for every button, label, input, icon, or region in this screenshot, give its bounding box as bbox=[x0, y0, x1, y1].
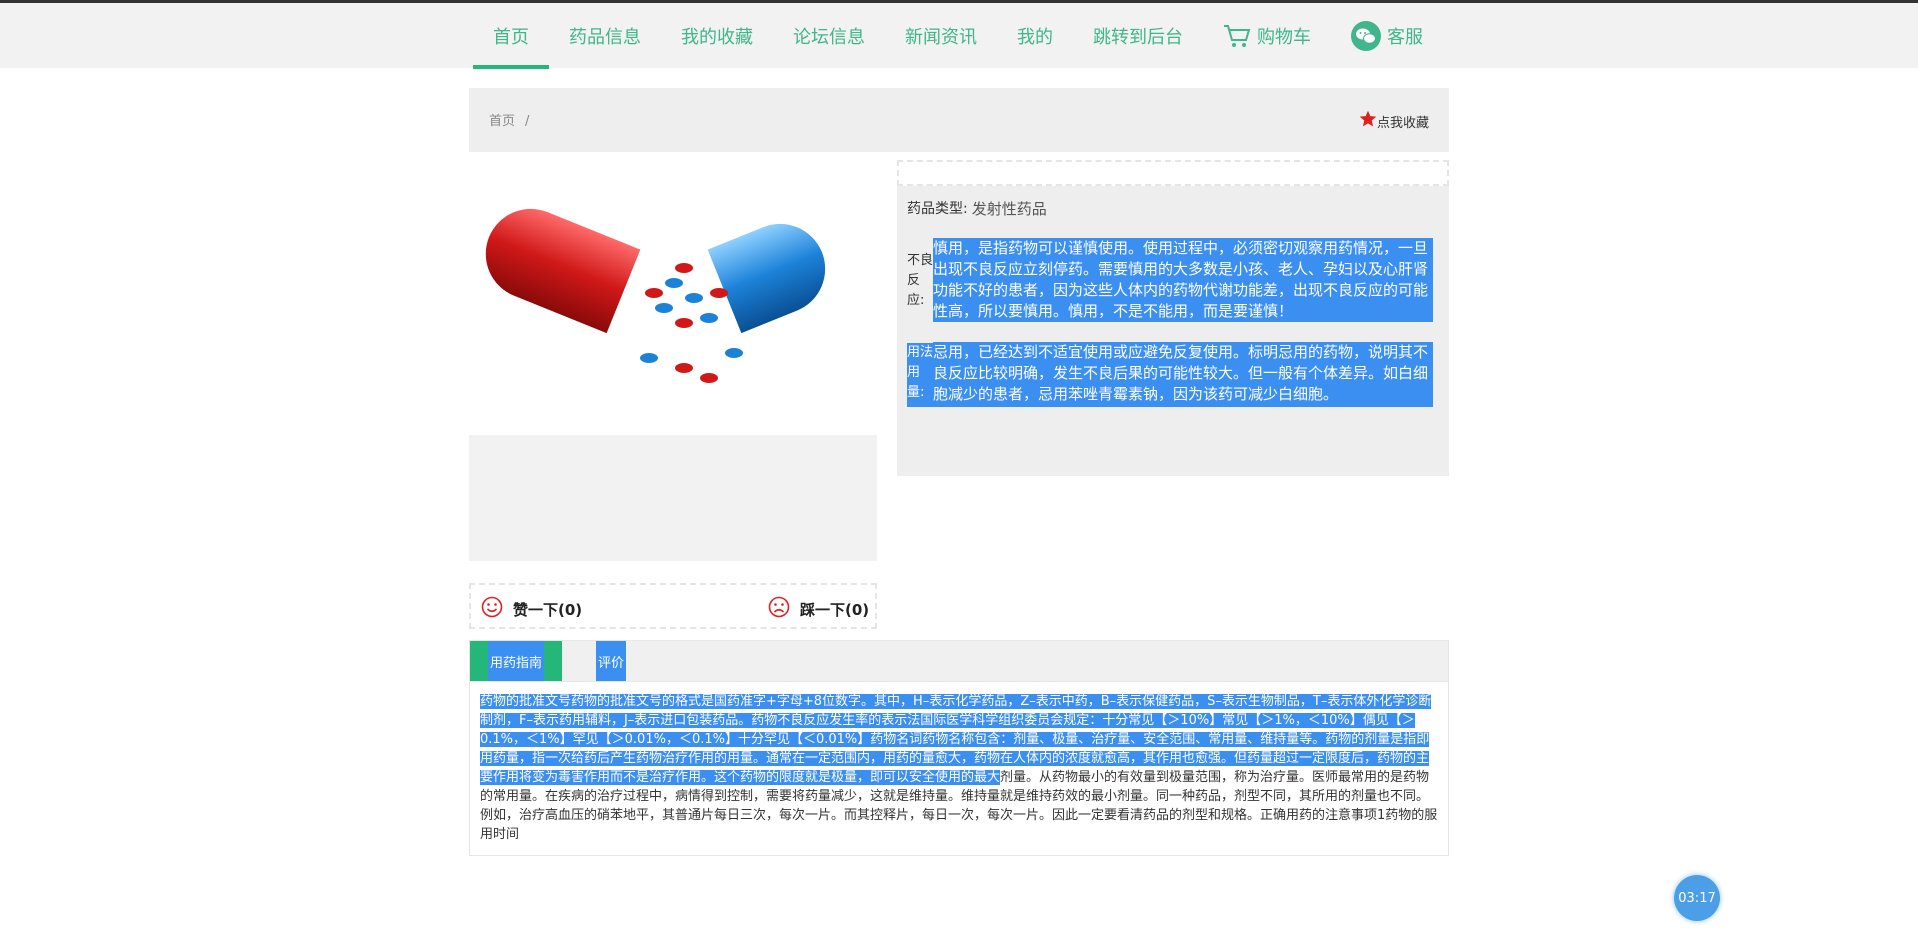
usage-text: 忌用，已经达到不适宜使用或应避免反复使用。标明忌用的药物，说明其不良反应比较明确… bbox=[933, 342, 1433, 407]
drug-info-panel: 药品类型: 发射性药品 不良反应: 慎用，是指药物可以谨慎使用。使用过程中，必须… bbox=[897, 186, 1449, 476]
nav-item-forum[interactable]: 论坛信息 bbox=[773, 3, 885, 68]
nav-item-admin[interactable]: 跳转到后台 bbox=[1073, 3, 1203, 68]
nav-item-service[interactable]: 客服 bbox=[1331, 3, 1443, 68]
nav-item-favorites[interactable]: 我的收藏 bbox=[661, 3, 773, 68]
adverse-reaction-text: 慎用，是指药物可以谨慎使用。使用过程中，必须密切观察用药情况，一旦出现不良反应立… bbox=[933, 238, 1433, 322]
nav-item-news[interactable]: 新闻资讯 bbox=[885, 3, 997, 68]
breadcrumb-bar: 首页 / 点我收藏 bbox=[469, 88, 1449, 152]
nav-label: 新闻资讯 bbox=[905, 26, 977, 48]
info-header-divider bbox=[897, 160, 1449, 186]
drug-type-label: 药品类型: bbox=[907, 201, 968, 217]
guide-content: 药物的批准文号药物的批准文号的格式是国药准字+字母+8位数字。其中，H–表示化学… bbox=[469, 682, 1449, 856]
drug-type-value: 发射性药品 bbox=[971, 200, 1047, 218]
vote-bar: 赞一下(0) 踩一下(0) bbox=[469, 583, 877, 629]
image-placeholder bbox=[469, 435, 877, 561]
tab-guide[interactable]: 用药指南 bbox=[470, 641, 562, 681]
nav-label: 跳转到后台 bbox=[1093, 26, 1183, 48]
nav-label: 首页 bbox=[493, 26, 529, 48]
nav-label: 客服 bbox=[1387, 26, 1423, 48]
nav-label: 药品信息 bbox=[569, 26, 641, 48]
adverse-reaction-row: 不良反应: 慎用，是指药物可以谨慎使用。使用过程中，必须密切观察用药情况，一旦出… bbox=[907, 238, 1433, 322]
breadcrumb: 首页 / bbox=[489, 110, 529, 129]
timer-label: 03:17 bbox=[1678, 890, 1716, 906]
breadcrumb-home-link[interactable]: 首页 bbox=[489, 114, 515, 129]
favorite-button[interactable]: 点我收藏 bbox=[1359, 110, 1429, 132]
drug-type-row: 药品类型: 发射性药品 bbox=[907, 198, 1047, 219]
tab-review-label: 评价 bbox=[598, 655, 625, 671]
tab-review[interactable]: 评价 bbox=[596, 641, 627, 681]
nav-item-home[interactable]: 首页 bbox=[473, 3, 549, 69]
dislike-label: 踩一下(0) bbox=[800, 600, 870, 619]
nav-item-cart[interactable]: 购物车 bbox=[1203, 3, 1331, 68]
like-button[interactable]: 赞一下(0) bbox=[481, 596, 582, 622]
nav-label: 购物车 bbox=[1257, 26, 1311, 48]
nav-item-drug-info[interactable]: 药品信息 bbox=[549, 3, 661, 68]
usage-label: 用法用量: bbox=[907, 343, 933, 407]
smile-icon bbox=[481, 596, 503, 622]
nav-item-mine[interactable]: 我的 bbox=[997, 3, 1073, 68]
wechat-icon bbox=[1351, 20, 1381, 51]
cart-icon bbox=[1223, 24, 1251, 48]
countdown-timer: 03:17 bbox=[1674, 875, 1720, 921]
usage-row: 用法用量: 忌用，已经达到不适宜使用或应避免反复使用。标明忌用的药物，说明其不良… bbox=[907, 342, 1433, 407]
tab-guide-label: 用药指南 bbox=[488, 641, 545, 681]
star-icon bbox=[1359, 110, 1377, 132]
dislike-button[interactable]: 踩一下(0) bbox=[768, 596, 869, 622]
nav-label: 我的 bbox=[1017, 26, 1053, 48]
tab-bar: 用药指南 评价 bbox=[469, 640, 1449, 682]
top-navbar: 首页 药品信息 我的收藏 论坛信息 新闻资讯 我的 跳转到后台 购物车 客服 bbox=[0, 0, 1918, 69]
nav-label: 我的收藏 bbox=[681, 26, 753, 48]
frown-icon bbox=[768, 596, 790, 622]
breadcrumb-separator: / bbox=[525, 114, 530, 129]
main-nav: 首页 药品信息 我的收藏 论坛信息 新闻资讯 我的 跳转到后台 购物车 客服 bbox=[473, 3, 1443, 69]
nav-label: 论坛信息 bbox=[793, 26, 865, 48]
like-label: 赞一下(0) bbox=[513, 600, 583, 619]
drug-image bbox=[469, 168, 877, 432]
favorite-label: 点我收藏 bbox=[1376, 115, 1429, 131]
adverse-reaction-label: 不良反应: bbox=[907, 253, 934, 308]
